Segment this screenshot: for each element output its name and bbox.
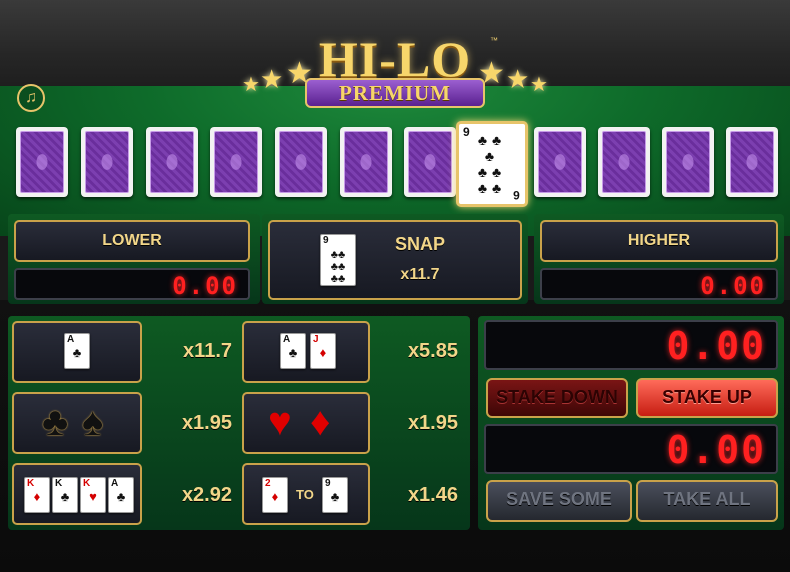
stake-value: 0.00 [666,324,766,368]
two-card: 2 ♦ [262,477,288,513]
club-icon: ♣ [72,345,82,360]
side-bet-red-suits[interactable]: ♥ ♦ [242,392,370,454]
diamond-icon: ♦ [271,489,279,504]
card-back [275,127,327,197]
card-rank-corner: 6 [513,188,520,202]
jack-card: J ♦ [310,333,336,369]
card-back [726,127,778,197]
higher-button[interactable]: HIGHER [540,220,778,262]
black-suits-multiplier: x1.95 [181,412,232,434]
club-icon: ♣ [42,400,69,444]
lower-label: LOWER [102,232,162,249]
card-back [404,127,456,197]
higher-value: 0.00 [700,272,766,300]
side-bet-face-cards[interactable]: K ♦ K ♣ K ♥ A ♣ [12,463,142,525]
logo-subtitle: PREMIUM [339,81,451,105]
club-icon: ♣ [288,345,298,360]
stake-display: 0.00 [484,320,778,370]
heart-icon: ♥ [268,400,292,444]
stake-up-button[interactable]: STAKE UP [636,378,778,418]
club-icon: ♣♣ ♣ ♣♣ ♣♣ [477,132,507,196]
card-back [598,127,650,197]
card-back [16,127,68,197]
ace-card: A ♣ [108,477,134,513]
card-back [146,127,198,197]
nine-card: 9 ♣ [322,477,348,513]
diamond-icon: ♦ [33,489,41,504]
side-bet-ace-jack[interactable]: A ♣ J ♦ [242,321,370,383]
heart-icon: ♥ [89,489,97,504]
side-bet-range[interactable]: 2 ♦ TO 9 ♣ [242,463,370,525]
spade-icon: ♠ [82,400,104,444]
card-rank: 9 [463,125,470,139]
game-logo: ★ ★ ★ ★ ★ ★ HI-LO ™ PREMIUM [240,34,550,124]
club-icon: ♣ [60,489,70,504]
ace-card: A ♣ [64,333,90,369]
king-card: K ♦ [24,477,50,513]
take-all-button[interactable]: TAKE ALL [636,480,778,522]
logo-ribbon: PREMIUM [305,78,485,108]
ace-jack-multiplier: x5.85 [407,340,458,362]
king-card: K ♣ [52,477,78,513]
music-note-icon[interactable]: ♫ [17,84,45,112]
range-to-label: TO [296,487,314,502]
club-icon: ♣ [330,489,340,504]
ace-card: A ♣ [280,333,306,369]
lower-amount: 0.00 [14,268,250,300]
higher-amount: 0.00 [540,268,778,300]
save-some-button[interactable]: SAVE SOME [486,480,632,522]
card-back [81,127,133,197]
trademark: ™ [490,36,498,45]
diamond-icon: ♦ [310,400,331,444]
side-bet-black-suits[interactable]: ♣ ♠ [12,392,142,454]
red-suits-multiplier: x1.95 [407,412,458,434]
diamond-icon: ♦ [319,345,327,360]
face-cards-multiplier: x2.92 [181,484,232,506]
card-back [210,127,262,197]
snap-button[interactable]: 9 ♣♣ ♣♣ ♣♣ SNAP x11.7 [268,220,522,300]
card-row: 9 ♣♣ ♣ ♣♣ ♣♣ 6 [16,121,778,207]
current-card: 9 ♣♣ ♣ ♣♣ ♣♣ 6 [456,121,528,207]
lower-value: 0.00 [172,272,238,300]
winnings-display: 0.00 [484,424,778,474]
stake-down-button[interactable]: STAKE DOWN [486,378,628,418]
winnings-value: 0.00 [666,428,766,472]
king-card: K ♥ [80,477,106,513]
side-bet-ace[interactable]: A ♣ [12,321,142,383]
ace-multiplier: x11.7 [183,340,232,362]
snap-label: SNAP [394,234,445,254]
card-back [662,127,714,197]
range-multiplier: x1.46 [407,484,458,506]
lower-button[interactable]: LOWER [14,220,250,262]
card-back [534,127,586,197]
logo-title: HI-LO [318,31,472,87]
club-icon: ♣ [116,489,126,504]
card-back [340,127,392,197]
snap-multiplier: x11.7 [400,266,440,283]
higher-label: HIGHER [627,232,691,249]
